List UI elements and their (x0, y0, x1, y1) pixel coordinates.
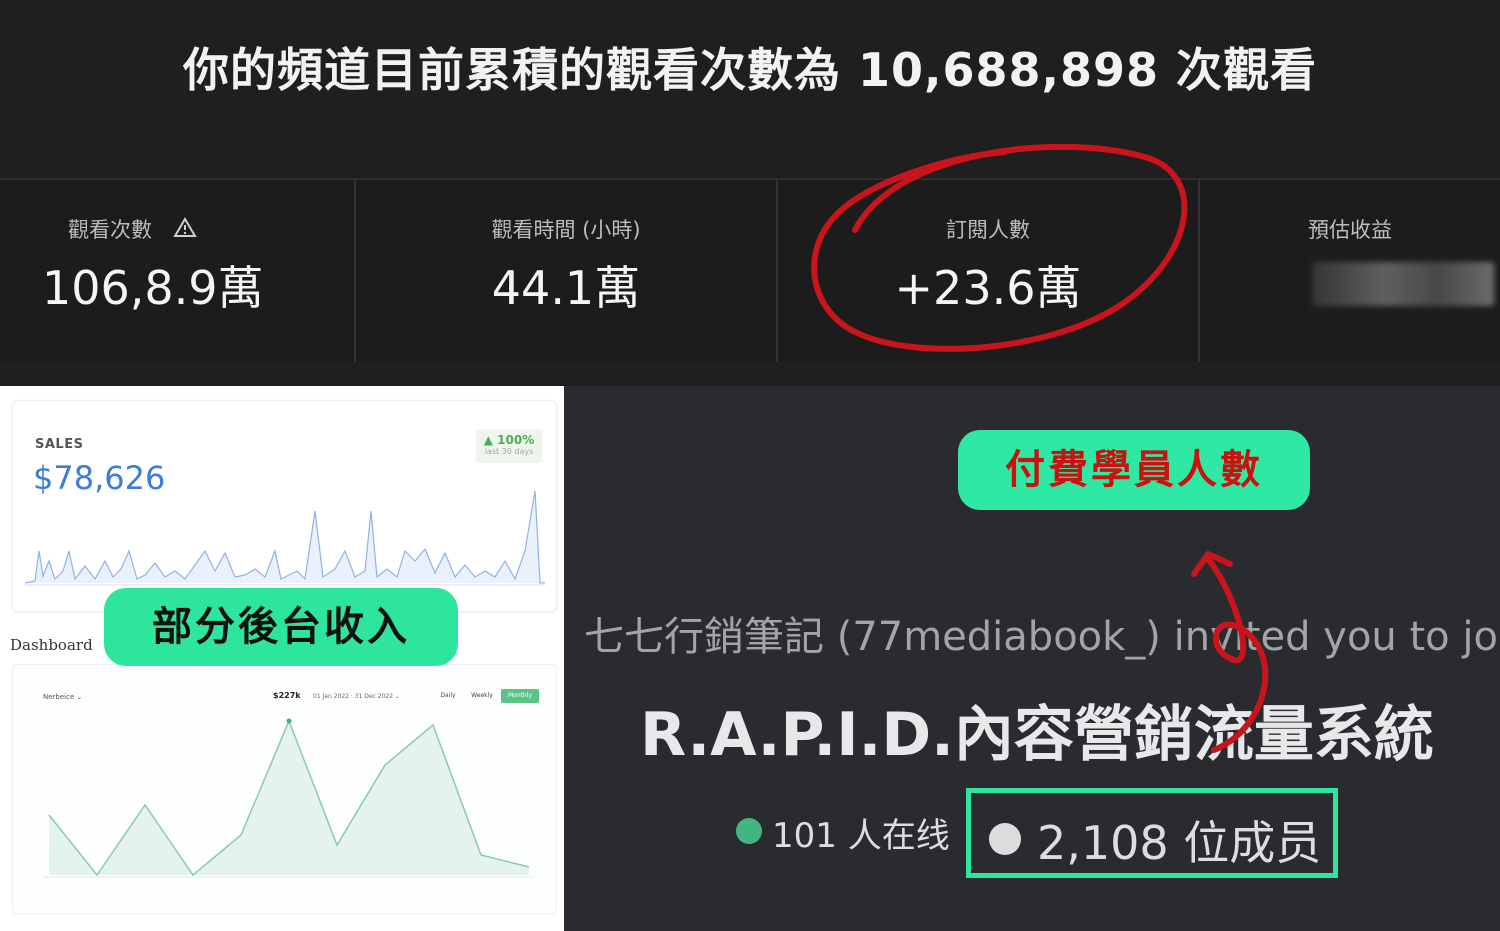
warning-triangle-icon (172, 217, 197, 242)
member-count-highlight: 2,108 位成员 (966, 788, 1338, 878)
stat-watch-time[interactable]: 觀看時間 (小時) 44.1萬 (356, 180, 778, 362)
red-circle-annotation (811, 143, 1188, 352)
sales-change-sub: last 30 days (484, 447, 534, 456)
callout-partial-revenue: 部分後台收入 (104, 588, 458, 666)
member-count: 2,108 位成员 (1037, 816, 1322, 870)
channel-stats-panel: 你的頻道目前累積的觀看次數為 10,688,898 次觀看 觀看次數 106,8… (0, 0, 1500, 386)
tab-daily[interactable]: Daily (433, 689, 463, 703)
tab-weekly[interactable]: Weekly (465, 689, 499, 703)
sales-card: SALES $78,626 ▲ 100% last 30 days (12, 400, 557, 612)
dashboard-date-range[interactable]: 01 Jan 2022 · 31 Dec 2022 ⌄ (313, 693, 400, 700)
sales-change-badge: ▲ 100% last 30 days (476, 429, 542, 463)
total-views-headline: 你的頻道目前累積的觀看次數為 10,688,898 次觀看 (182, 43, 1318, 97)
member-status-icon (989, 823, 1021, 855)
online-status-icon (736, 818, 762, 844)
stat-revenue-label: 預估收益 (1308, 218, 1392, 242)
callout-paid-students: 付費學員人數 (958, 430, 1310, 510)
stat-views[interactable]: 觀看次數 106,8.9萬 (0, 180, 356, 362)
dashboard-chart-card: Nerbeice ⌄ $227k 01 Jan 2022 · 31 Dec 20… (12, 664, 557, 914)
stat-views-label-text: 觀看次數 (68, 218, 152, 242)
stat-revenue[interactable]: 預估收益 (1200, 180, 1500, 362)
dashboard-title: Dashboard (10, 636, 93, 654)
stat-watch-time-label: 觀看時間 (小時) (491, 218, 641, 242)
stat-views-label: 觀看次數 (0, 214, 354, 244)
sales-sparkline (25, 491, 545, 586)
stat-views-value: 106,8.9萬 (42, 261, 264, 315)
stat-row: 觀看次數 106,8.9萬 觀看時間 (小時) 44.1萬 訂閱人數 +23.6… (0, 178, 1500, 362)
red-arrow-annotation (1191, 551, 1269, 753)
stat-watch-time-value: 44.1萬 (491, 261, 641, 315)
redacted-revenue-value (1312, 262, 1494, 306)
server-name: R.A.P.I.D.內容營銷流量系統 (640, 700, 1434, 770)
invite-line: 七七行銷筆記 (77mediabook_) invited you to joi… (584, 614, 1500, 660)
online-count: 101 人在线 (772, 816, 950, 856)
discord-invite-panel: 付費學員人數 七七行銷筆記 (77mediabook_) invited you… (564, 386, 1500, 931)
dashboard-peak-label: $227k (273, 691, 301, 700)
sales-change-pct: ▲ 100% (483, 433, 535, 447)
dashboard-area-chart (43, 718, 533, 878)
dashboard-filter-select[interactable]: Nerbeice ⌄ (43, 693, 82, 701)
tab-monthly[interactable]: Monthly (501, 689, 539, 703)
sales-label: SALES (35, 437, 84, 452)
